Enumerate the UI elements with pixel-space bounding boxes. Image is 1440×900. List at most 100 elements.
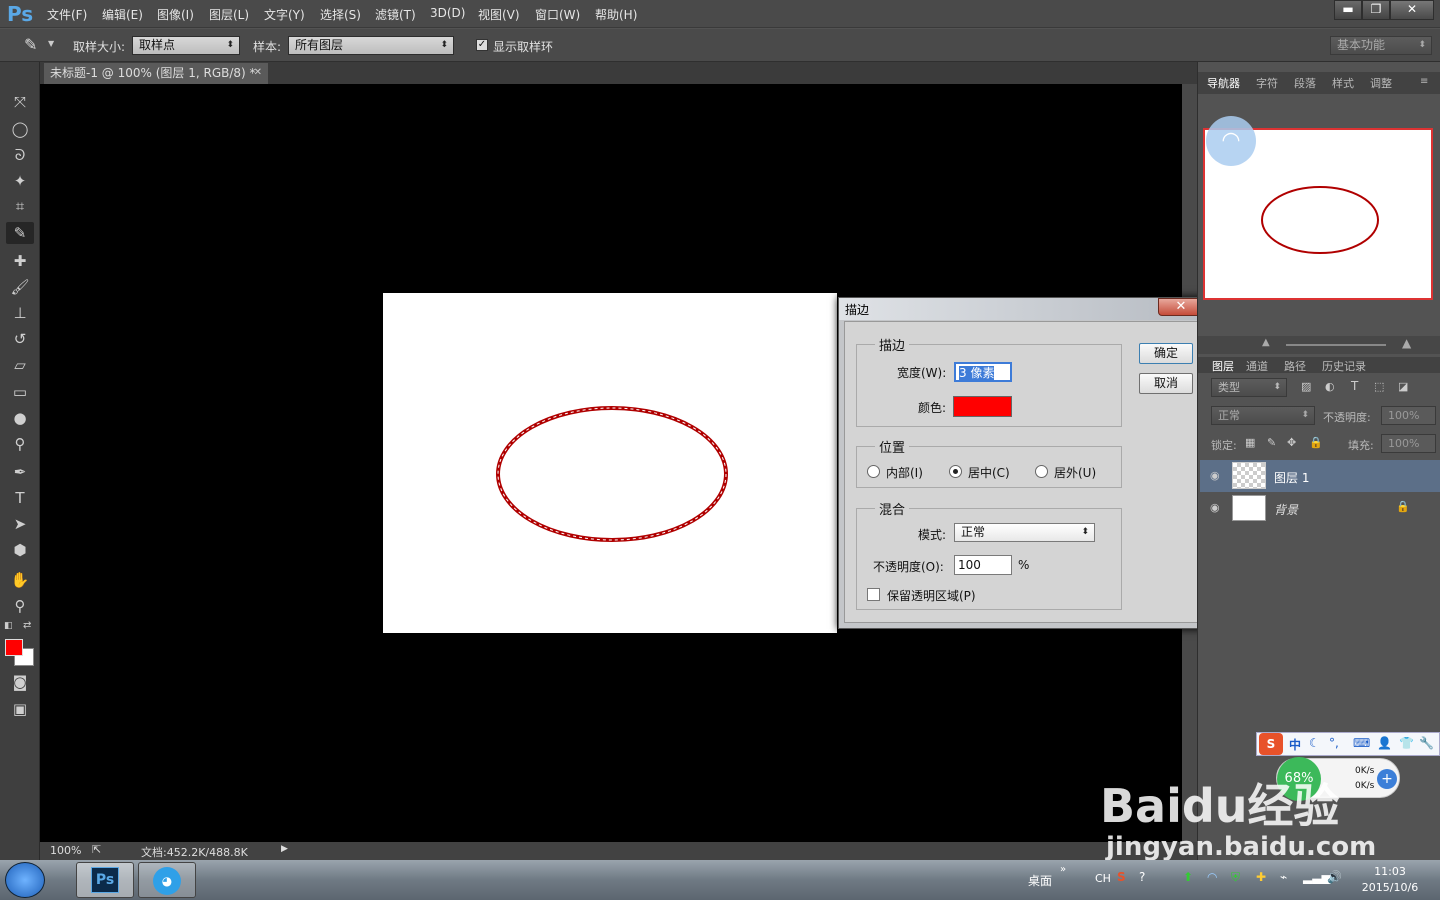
- zoom-out-icon[interactable]: ▲: [1262, 337, 1270, 348]
- sample-select[interactable]: 所有图层 ⬍: [288, 36, 454, 55]
- history-brush-icon[interactable]: ↺: [6, 328, 34, 350]
- zoom-in-icon[interactable]: ▲: [1402, 336, 1411, 350]
- tab-layers[interactable]: 图层: [1212, 358, 1234, 374]
- sample-size-select[interactable]: 取样点 ⬍: [132, 36, 240, 55]
- gradient-icon[interactable]: ▭: [6, 381, 34, 403]
- add-icon[interactable]: +: [1377, 769, 1397, 789]
- wifi-tray-icon[interactable]: ◠: [1207, 870, 1217, 884]
- brush-icon[interactable]: 🖌: [6, 276, 34, 298]
- quick-mask-icon[interactable]: ◙: [6, 671, 34, 693]
- layer-name[interactable]: 背景: [1274, 501, 1298, 518]
- lasso-icon[interactable]: ᘐ: [6, 144, 34, 166]
- tab-adjustments[interactable]: 调整: [1370, 75, 1392, 91]
- stroke-color-swatch[interactable]: [953, 396, 1012, 417]
- taskbar-photoshop[interactable]: Ps: [76, 862, 134, 898]
- menu-view[interactable]: 视图(V): [478, 6, 520, 23]
- system-clock[interactable]: 11:03 2015/10/6: [1350, 864, 1430, 896]
- eyedropper-tool-icon[interactable]: ✎: [6, 222, 34, 244]
- volume-tray-icon[interactable]: 🔊: [1327, 870, 1342, 884]
- path-selection-icon[interactable]: ➤: [6, 513, 34, 535]
- show-more-icon[interactable]: »: [1060, 864, 1066, 875]
- visibility-eye-icon[interactable]: ◉: [1210, 469, 1220, 482]
- default-colors-icon[interactable]: ◧: [4, 621, 13, 631]
- fill-input[interactable]: 100%: [1381, 434, 1436, 453]
- wifi-overlay-icon[interactable]: ◠: [1206, 116, 1256, 166]
- healing-brush-icon[interactable]: ✚: [6, 250, 34, 272]
- menu-image[interactable]: 图像(I): [157, 6, 194, 23]
- mode-select[interactable]: 正常 ⬍: [954, 523, 1095, 542]
- hand-icon[interactable]: ✋: [6, 569, 34, 591]
- tab-paragraph[interactable]: 段落: [1294, 75, 1316, 91]
- menu-filter[interactable]: 滤镜(T): [375, 6, 416, 23]
- panel-menu-icon[interactable]: ≡: [1420, 76, 1428, 87]
- ime-moon-icon[interactable]: ☾: [1309, 736, 1320, 750]
- close-tab-icon[interactable]: ✕: [254, 63, 262, 83]
- zoom-icon[interactable]: ⚲: [6, 595, 34, 617]
- eraser-icon[interactable]: ▱: [6, 354, 34, 376]
- tab-styles[interactable]: 样式: [1332, 75, 1354, 91]
- filter-shape-icon[interactable]: ⬚: [1374, 380, 1384, 393]
- layer-name[interactable]: 图层 1: [1274, 469, 1309, 486]
- plugin-tray-icon[interactable]: ✚: [1256, 870, 1266, 884]
- tab-paths[interactable]: 路径: [1284, 358, 1306, 374]
- lock-transparent-icon[interactable]: ▦: [1245, 436, 1255, 449]
- elliptical-marquee-icon[interactable]: ◯: [6, 118, 34, 140]
- preserve-transparency-checkbox[interactable]: [867, 588, 880, 601]
- desktop-label[interactable]: 桌面: [1028, 872, 1052, 889]
- inside-radio[interactable]: [867, 465, 880, 478]
- swap-colors-icon[interactable]: ⇄: [23, 620, 31, 631]
- document-canvas[interactable]: [383, 293, 837, 633]
- foreground-color-swatch[interactable]: [5, 639, 23, 656]
- type-tool-icon[interactable]: T: [6, 487, 34, 509]
- sogou-tray-icon[interactable]: S: [1117, 870, 1126, 884]
- filter-pixel-icon[interactable]: ▨: [1301, 380, 1311, 393]
- update-tray-icon[interactable]: ⬆: [1183, 870, 1193, 884]
- ime-shirt-icon[interactable]: 👕: [1399, 736, 1414, 750]
- status-menu-arrow-icon[interactable]: ▶: [281, 844, 288, 854]
- cancel-button[interactable]: 取消: [1139, 373, 1193, 394]
- minimize-button[interactable]: ▬: [1334, 0, 1362, 20]
- show-ring-checkbox[interactable]: ✓: [476, 39, 488, 51]
- shape-icon[interactable]: ⬢: [6, 539, 34, 561]
- outside-radio[interactable]: [1035, 465, 1048, 478]
- help-tray-icon[interactable]: ?: [1139, 870, 1145, 884]
- visibility-eye-icon[interactable]: ◉: [1210, 501, 1220, 514]
- menu-edit[interactable]: 编辑(E): [102, 6, 143, 23]
- blend-mode-select[interactable]: 正常 ⬍: [1211, 406, 1315, 425]
- network-tray-icon[interactable]: ⌁: [1280, 870, 1287, 884]
- blur-icon[interactable]: ●: [6, 407, 34, 429]
- menu-layer[interactable]: 图层(L): [209, 6, 249, 23]
- lock-image-icon[interactable]: ✎: [1267, 436, 1276, 449]
- magic-wand-icon[interactable]: ✦: [6, 170, 34, 192]
- ime-user-icon[interactable]: 👤: [1377, 736, 1392, 750]
- stamp-icon[interactable]: ⊥: [6, 302, 34, 324]
- eyedropper-icon[interactable]: ✎: [24, 35, 37, 54]
- workspace-select[interactable]: 基本功能 ⬍: [1330, 36, 1432, 55]
- layer-opacity-input[interactable]: 100%: [1381, 406, 1436, 425]
- ime-keyboard-icon[interactable]: ⌨: [1353, 736, 1370, 750]
- lock-position-icon[interactable]: ✥: [1287, 436, 1296, 449]
- tab-channels[interactable]: 通道: [1246, 358, 1268, 374]
- menu-type[interactable]: 文字(Y): [264, 6, 305, 23]
- tab-character[interactable]: 字符: [1256, 75, 1278, 91]
- ok-button[interactable]: 确定: [1139, 343, 1193, 364]
- tab-navigator[interactable]: 导航器: [1207, 75, 1240, 91]
- layer-row-background[interactable]: ◉ 背景 🔒: [1200, 492, 1440, 524]
- close-button[interactable]: ✕: [1390, 0, 1434, 20]
- tab-history[interactable]: 历史记录: [1322, 358, 1366, 374]
- filter-adjustment-icon[interactable]: ◐: [1325, 380, 1335, 393]
- layer-row-1[interactable]: ◉ 图层 1: [1200, 460, 1440, 492]
- crop-icon[interactable]: ⌗: [6, 195, 34, 217]
- filter-smart-object-icon[interactable]: ◪: [1398, 380, 1408, 393]
- ime-wrench-icon[interactable]: 🔧: [1419, 736, 1434, 750]
- export-icon[interactable]: ⇱: [92, 843, 101, 856]
- restore-button[interactable]: ❐: [1362, 0, 1390, 20]
- menu-help[interactable]: 帮助(H): [595, 6, 637, 23]
- center-radio[interactable]: [949, 465, 962, 478]
- opacity-input[interactable]: 100: [954, 555, 1012, 575]
- security-tray-icon[interactable]: ⛨: [1231, 870, 1240, 885]
- dodge-icon[interactable]: ⚲: [6, 433, 34, 455]
- menu-file[interactable]: 文件(F): [47, 6, 87, 23]
- pen-icon[interactable]: ✒: [6, 461, 34, 483]
- move-tool-icon[interactable]: ⤧: [6, 91, 34, 113]
